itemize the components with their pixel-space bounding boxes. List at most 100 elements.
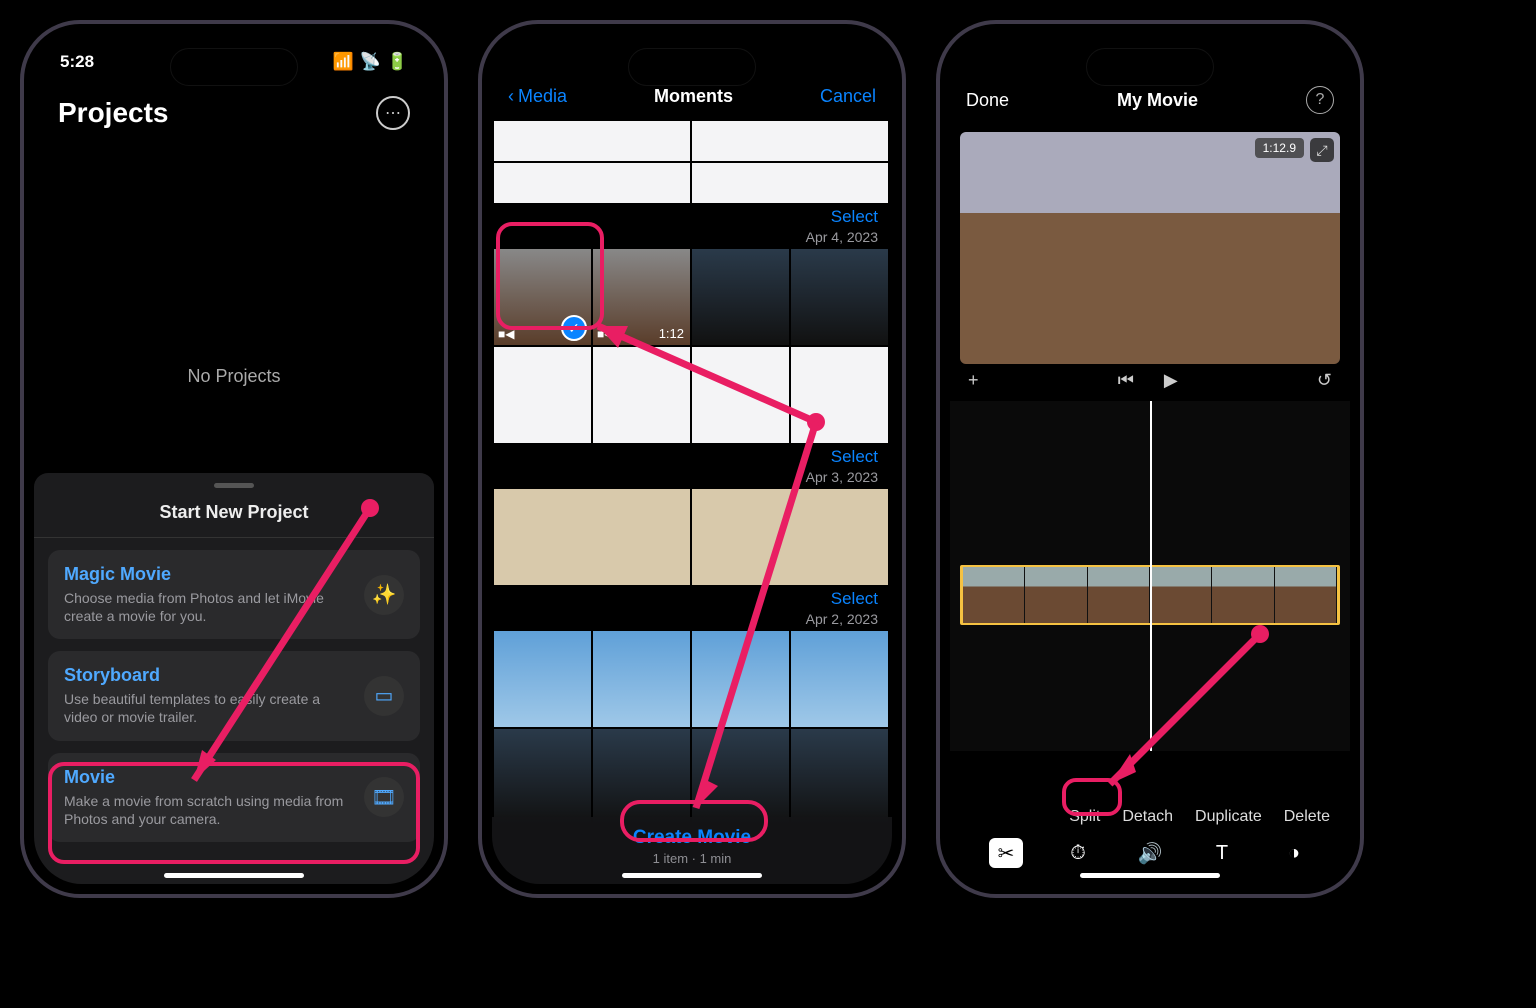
- option-icon: ✨: [364, 575, 404, 615]
- filter-icon[interactable]: ◑: [1277, 838, 1311, 868]
- timeline[interactable]: [950, 401, 1350, 751]
- empty-state-label: No Projects: [34, 366, 434, 387]
- editor-bottom-bar: ✂ ⏱ 🔊 T ◑: [950, 832, 1350, 874]
- video-icon: ■◀: [597, 327, 613, 341]
- home-indicator[interactable]: [164, 873, 304, 878]
- thumb-grid: [492, 487, 892, 587]
- more-button[interactable]: ⋯: [376, 96, 410, 130]
- dynamic-island: [170, 48, 298, 86]
- thumb-banner[interactable]: [692, 163, 888, 203]
- media-thumb[interactable]: [791, 631, 888, 727]
- option-desc: Choose media from Photos and let iMovie …: [64, 589, 350, 625]
- editor-title: My Movie: [1117, 90, 1198, 111]
- select-button[interactable]: Select: [831, 207, 878, 227]
- media-thumb[interactable]: [593, 631, 690, 727]
- thumb-banner[interactable]: [494, 163, 690, 203]
- cellular-icon: 📶: [332, 52, 353, 72]
- thumb-grid: [492, 629, 892, 827]
- back-media-button[interactable]: ‹ Media: [508, 86, 567, 107]
- clip-frame[interactable]: [1088, 567, 1150, 623]
- select-button[interactable]: Select: [831, 447, 878, 467]
- clip-actions-bar: Split Detach Duplicate Delete: [950, 804, 1350, 830]
- section-header: Select Apr 2, 2023: [492, 587, 892, 629]
- media-thumb[interactable]: [692, 249, 789, 345]
- media-thumb[interactable]: [692, 489, 888, 585]
- section-date: Apr 3, 2023: [806, 469, 878, 485]
- select-button[interactable]: Select: [831, 589, 878, 609]
- battery-icon: 🔋: [387, 52, 408, 72]
- thumb-grid: ■◀✓■◀1:12: [492, 247, 892, 445]
- media-thumb[interactable]: [593, 729, 690, 825]
- media-thumb[interactable]: [494, 729, 591, 825]
- phone-editor: Done My Movie ? 1:12.9 ⤢ + ⏮ ▶ ↺ Split De…: [936, 20, 1364, 898]
- media-thumb[interactable]: [692, 631, 789, 727]
- sheet-title: Start New Project: [34, 502, 434, 538]
- media-thumb[interactable]: ■◀ 1:12: [593, 249, 690, 345]
- home-indicator[interactable]: [622, 873, 762, 878]
- zoom-icon[interactable]: ⤢: [1310, 138, 1334, 162]
- add-button[interactable]: +: [968, 370, 979, 391]
- option-movie[interactable]: MovieMake a movie from scratch using med…: [48, 753, 420, 842]
- media-thumb[interactable]: [692, 347, 789, 443]
- media-thumb[interactable]: [791, 729, 888, 825]
- action-duplicate[interactable]: Duplicate: [1193, 804, 1264, 830]
- dynamic-island: [628, 48, 756, 86]
- media-thumb[interactable]: [494, 631, 591, 727]
- video-duration: 1:12: [659, 326, 684, 341]
- media-thumb[interactable]: [692, 729, 789, 825]
- projects-header: Projects ⋯: [34, 82, 434, 136]
- undo-button[interactable]: ↺: [1317, 370, 1332, 391]
- section-date: Apr 2, 2023: [806, 611, 878, 627]
- section-header: Select Apr 4, 2023: [492, 205, 892, 247]
- media-thumb[interactable]: [791, 249, 888, 345]
- wifi-icon: 📡: [360, 52, 381, 72]
- media-thumb[interactable]: [494, 489, 690, 585]
- media-thumb[interactable]: [494, 347, 591, 443]
- media-thumb[interactable]: [791, 347, 888, 443]
- clip-frame[interactable]: [1025, 567, 1087, 623]
- clip-time-badge: 1:12.9: [1255, 138, 1304, 158]
- home-indicator[interactable]: [1080, 873, 1220, 878]
- done-button[interactable]: Done: [966, 90, 1009, 111]
- preview-pane[interactable]: 1:12.9 ⤢: [960, 132, 1340, 364]
- option-title: Storyboard: [64, 665, 350, 686]
- option-magic-movie[interactable]: Magic MovieChoose media from Photos and …: [48, 550, 420, 639]
- media-thumb[interactable]: [593, 347, 690, 443]
- sheet-grabber[interactable]: [214, 483, 254, 488]
- dynamic-island: [1086, 48, 1214, 86]
- speed-icon[interactable]: ⏱: [1061, 838, 1095, 868]
- section-date: Apr 4, 2023: [806, 229, 878, 245]
- moments-scroll[interactable]: SelectApr 4, 2023■◀✓■◀1:12SelectApr 3, 2…: [492, 119, 892, 859]
- action-detach[interactable]: Detach: [1120, 804, 1175, 830]
- thumb-banner[interactable]: [494, 121, 690, 161]
- option-desc: Use beautiful templates to easily create…: [64, 690, 350, 726]
- status-icons: 📶 📡 🔋: [332, 52, 408, 72]
- option-title: Movie: [64, 767, 350, 788]
- cancel-button[interactable]: Cancel: [820, 86, 876, 107]
- option-storyboard[interactable]: Storyboard Use beautiful templates to eas…: [48, 651, 420, 740]
- new-project-sheet: Start New Project Magic MovieChoose medi…: [34, 473, 434, 884]
- action-delete[interactable]: Delete: [1282, 804, 1332, 830]
- moments-title: Moments: [654, 86, 733, 107]
- volume-icon[interactable]: 🔊: [1133, 838, 1167, 868]
- help-button[interactable]: ?: [1306, 86, 1334, 114]
- option-icon: 🎞: [364, 777, 404, 817]
- section-header: Select Apr 3, 2023: [492, 445, 892, 487]
- play-button[interactable]: ▶: [1164, 370, 1178, 391]
- phone-projects: 5:28 📶 📡 🔋 Projects ⋯ No Projects Start …: [20, 20, 448, 898]
- video-icon: ■◀: [498, 327, 514, 341]
- create-movie-button[interactable]: Create Movie: [492, 827, 892, 849]
- clip-frame[interactable]: [1212, 567, 1274, 623]
- prev-frame-button[interactable]: ⏮: [1118, 370, 1134, 391]
- playhead[interactable]: [1150, 401, 1152, 751]
- phone-moments: ‹ Media Moments Cancel Select Apr 4, 2023…: [478, 20, 906, 898]
- clip-frame[interactable]: [1275, 567, 1337, 623]
- media-thumb[interactable]: ■◀✓: [494, 249, 591, 345]
- text-icon[interactable]: T: [1205, 838, 1239, 868]
- action-split[interactable]: Split: [1067, 804, 1102, 830]
- clip-frame[interactable]: [963, 567, 1025, 623]
- thumb-banner[interactable]: [692, 121, 888, 161]
- status-time: 5:28: [60, 52, 94, 72]
- scissors-icon[interactable]: ✂: [989, 838, 1023, 868]
- clip-frame[interactable]: [1150, 567, 1212, 623]
